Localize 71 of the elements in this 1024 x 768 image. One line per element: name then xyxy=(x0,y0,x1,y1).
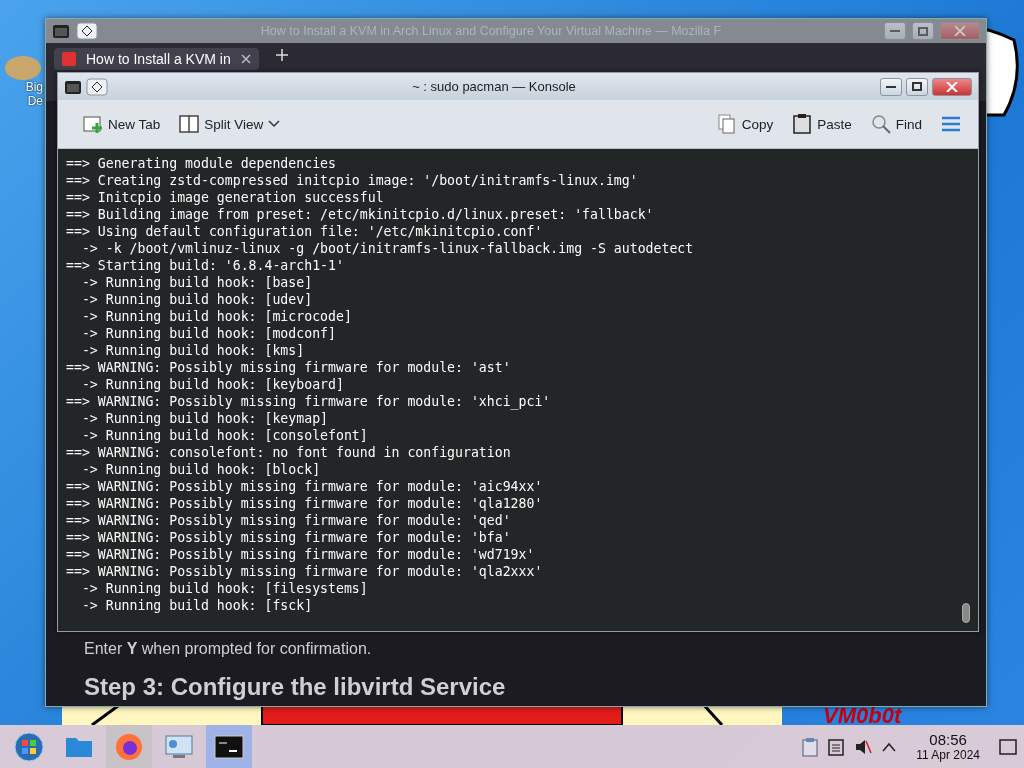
terminal-line: ==> WARNING: Possibly missing firmware for module: 'ast' xyxy=(66,359,512,376)
maximize-button[interactable] xyxy=(906,77,928,96)
terminal-line: -> Running build hook: [udev] xyxy=(80,291,314,308)
browser-tab[interactable]: How to Install a KVM in xyxy=(54,48,259,70)
terminal-line: ==> Generating module dependencies xyxy=(66,155,337,172)
terminal-line: ==> Using default configuration file: '/etc/mkinitcpio.conf' xyxy=(66,223,544,240)
terminal-line: ==> Creating zstd-compressed initcpio image: '/boot/initramfs-linux.img' xyxy=(66,172,639,189)
terminal-line: -> Running build hook: [filesystems] xyxy=(80,580,369,597)
copy-button[interactable]: Copy xyxy=(709,109,780,139)
icon-label: De xyxy=(27,94,43,108)
clock-date: 11 Apr 2024 xyxy=(916,748,980,762)
icon-label: Big xyxy=(25,80,43,94)
section-heading: Step 3: Configure the libvirtd Service xyxy=(84,672,507,702)
show-desktop-icon[interactable] xyxy=(998,736,1018,757)
muted-speaker-icon[interactable] xyxy=(854,737,873,756)
split-view-button[interactable]: Split View xyxy=(172,109,288,139)
minimize-button[interactable] xyxy=(880,77,902,96)
clipboard-icon[interactable] xyxy=(802,736,819,757)
terminal-line: -> Running build hook: [kms] xyxy=(80,342,306,359)
close-button[interactable] xyxy=(940,22,980,40)
clipboard-icon xyxy=(791,113,814,135)
app-icon xyxy=(52,22,70,40)
notes-icon[interactable] xyxy=(828,737,845,756)
search-icon xyxy=(869,113,892,135)
paste-button[interactable]: Paste xyxy=(785,109,858,139)
close-icon xyxy=(954,26,966,36)
close-icon xyxy=(946,81,958,92)
wallpaper-text: VM0b0t xyxy=(823,703,902,729)
terminal-line: ==> WARNING: Possibly missing firmware for module: 'qla1280' xyxy=(66,495,544,512)
terminal-line: ==> WARNING: Possibly missing firmware for module: 'qed' xyxy=(66,512,512,529)
terminal-line: -> Running build hook: [block] xyxy=(80,461,322,478)
chevron-up-icon[interactable] xyxy=(882,741,897,752)
keep-above-button[interactable] xyxy=(76,22,98,40)
scrollbar-thumb[interactable] xyxy=(962,603,970,623)
terminal-line: ==> Starting build: '6.8.4-arch1-1' xyxy=(66,257,345,274)
new-tab-icon xyxy=(82,113,104,135)
terminal-line: ==> WARNING: Possibly missing firmware for module: 'bfa' xyxy=(66,529,512,546)
keep-above-button[interactable] xyxy=(86,77,108,96)
minimize-icon xyxy=(890,30,900,32)
terminal-line: ==> WARNING: Possibly missing firmware for module: 'xhci_pci' xyxy=(66,393,552,410)
terminal-line: ==> WARNING: Possibly missing firmware for module: 'aic94xx' xyxy=(66,478,544,495)
terminal-line: ==> Initcpio image generation successful xyxy=(66,189,385,206)
close-button[interactable] xyxy=(932,77,972,96)
taskbar-button[interactable] xyxy=(206,725,252,768)
close-icon[interactable] xyxy=(240,54,251,64)
terminal-line: -> Running build hook: [microcode] xyxy=(80,308,353,325)
find-button[interactable]: Find xyxy=(863,109,928,139)
terminal-line: -> -k /boot/vmlinuz-linux -g /boot/initramfs-linux-fallback.img -S autodetect xyxy=(80,240,695,257)
terminal-line: ==> Building image from preset: /etc/mkinitcpio.d/linux.preset: 'fallback' xyxy=(66,206,655,223)
terminal-line: ==> WARNING: Possibly missing firmware for module: 'qla2xxx' xyxy=(66,563,544,580)
paragraph: Enter Y when prompted for confirmation. xyxy=(84,640,373,658)
start-icon xyxy=(13,730,45,763)
split-view-icon xyxy=(178,113,201,135)
terminal-line: ==> WARNING: Possibly missing firmware for module: 'wd719x' xyxy=(66,546,536,563)
minimize-icon xyxy=(886,85,896,88)
terminal-line: -> Running build hook: [keyboard] xyxy=(80,376,345,393)
terminal-line: -> Running build hook: [base] xyxy=(80,274,314,291)
copy-icon xyxy=(715,113,738,135)
terminal-line: -> Running build hook: [consolefont] xyxy=(80,427,369,444)
clock-time: 08:56 xyxy=(929,731,967,748)
terminal-line: -> Running build hook: [keymap] xyxy=(80,410,329,427)
window-title: ~ : sudo pacman — Konsole xyxy=(411,79,577,94)
terminal-line: -> Running build hook: [modconf] xyxy=(80,325,337,342)
chevron-down-icon xyxy=(267,119,282,129)
terminal-line: -> Running build hook: [fsck] xyxy=(80,597,314,614)
maximize-icon xyxy=(918,26,928,36)
terminal-line: ==> WARNING: consolefont: no font found in configuration xyxy=(66,444,512,461)
favicon-icon xyxy=(62,52,76,66)
maximize-icon xyxy=(912,82,922,91)
new-tab-button[interactable]: New Tab xyxy=(76,109,167,139)
new-tab-icon[interactable] xyxy=(274,48,289,62)
